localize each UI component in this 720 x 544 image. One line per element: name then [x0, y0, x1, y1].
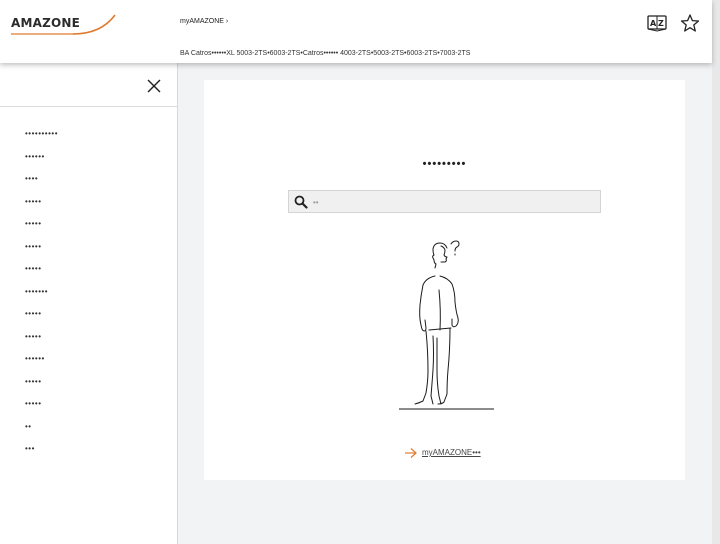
close-icon[interactable]: [146, 78, 162, 94]
sidebar-item[interactable]: •••••: [0, 399, 177, 422]
sidebar-item[interactable]: ••••••: [0, 354, 177, 377]
search-icon[interactable]: [294, 195, 308, 209]
myamazone-link[interactable]: myAMAZONE•••: [405, 448, 481, 458]
sidebar-item[interactable]: •••••: [0, 332, 177, 355]
sidebar-nav: •••••••••• •••••• •••• ••••• ••••• •••••…: [0, 107, 177, 467]
star-icon[interactable]: [680, 14, 700, 32]
page-title: •••••••••: [422, 158, 467, 170]
logo-swoosh-icon: [11, 14, 116, 35]
sidebar-item[interactable]: •••••: [0, 264, 177, 287]
svg-text:Z: Z: [658, 19, 664, 28]
dictionary-icon[interactable]: A Z: [647, 14, 667, 32]
sidebar-item[interactable]: •••••: [0, 377, 177, 400]
thinking-man-illustration: [399, 240, 494, 410]
vertical-scrollbar[interactable]: [712, 0, 720, 544]
sidebar-item[interactable]: •••••: [0, 197, 177, 220]
sidebar: •••••••••• •••••• •••• ••••• ••••• •••••…: [0, 63, 178, 544]
sidebar-header: [0, 63, 177, 107]
sidebar-item[interactable]: ••••••••••: [0, 129, 177, 152]
sidebar-item[interactable]: •••••: [0, 219, 177, 242]
search-box[interactable]: [288, 190, 601, 213]
sidebar-item[interactable]: ••••••: [0, 152, 177, 175]
search-input[interactable]: [313, 194, 593, 210]
sidebar-item[interactable]: •••••: [0, 309, 177, 332]
amazone-logo[interactable]: AMAZONE: [11, 14, 116, 36]
top-header: AMAZONE myAMAZONE › BA Catros••••••XL 50…: [0, 0, 712, 63]
sidebar-item[interactable]: •••: [0, 444, 177, 467]
sidebar-item[interactable]: ••: [0, 422, 177, 445]
breadcrumb[interactable]: myAMAZONE ›: [180, 18, 228, 25]
svg-text:A: A: [650, 19, 657, 28]
sidebar-item[interactable]: •••••: [0, 242, 177, 265]
sidebar-item[interactable]: •••••••: [0, 287, 177, 310]
arrow-right-icon: [405, 448, 417, 458]
sidebar-item[interactable]: ••••: [0, 174, 177, 197]
document-title: BA Catros••••••XL 5003-2TS•6003-2TS•Catr…: [180, 50, 471, 57]
search-card: ••••••••• myAMAZONE•••: [204, 80, 685, 480]
myamazone-link-label: myAMAZONE•••: [422, 448, 481, 458]
